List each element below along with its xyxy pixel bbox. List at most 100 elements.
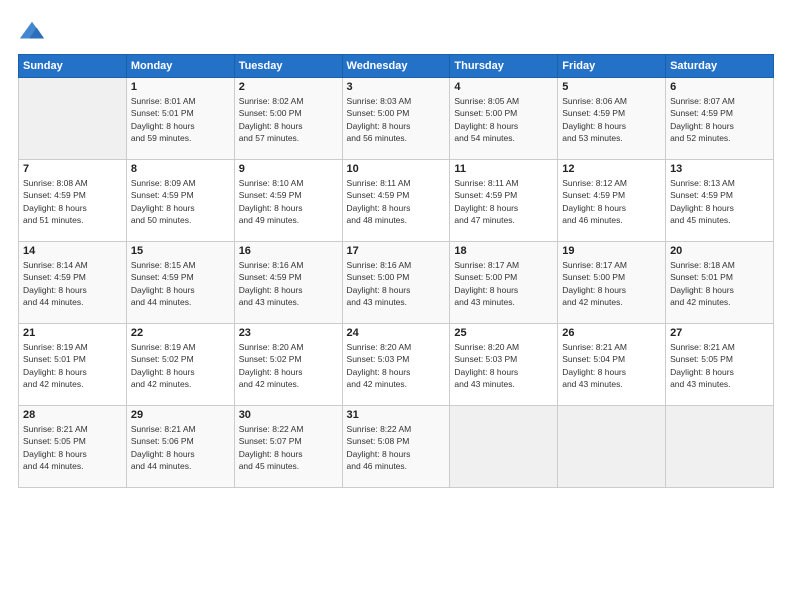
day-number: 7 (23, 163, 122, 175)
calendar-cell: 15 Sunrise: 8:15 AMSunset: 4:59 PMDaylig… (126, 242, 234, 324)
calendar-cell: 14 Sunrise: 8:14 AMSunset: 4:59 PMDaylig… (19, 242, 127, 324)
day-info: Sunrise: 8:19 AMSunset: 5:01 PMDaylight:… (23, 341, 122, 390)
calendar-cell: 1 Sunrise: 8:01 AMSunset: 5:01 PMDayligh… (126, 78, 234, 160)
calendar-cell: 5 Sunrise: 8:06 AMSunset: 4:59 PMDayligh… (558, 78, 666, 160)
calendar-cell: 30 Sunrise: 8:22 AMSunset: 5:07 PMDaylig… (234, 406, 342, 488)
day-number: 2 (239, 81, 338, 93)
day-info: Sunrise: 8:11 AMSunset: 4:59 PMDaylight:… (347, 177, 446, 226)
page: SundayMondayTuesdayWednesdayThursdayFrid… (0, 0, 792, 612)
day-number: 8 (131, 163, 230, 175)
calendar-cell: 27 Sunrise: 8:21 AMSunset: 5:05 PMDaylig… (666, 324, 774, 406)
weekday-header-sunday: Sunday (19, 55, 127, 78)
day-info: Sunrise: 8:20 AMSunset: 5:03 PMDaylight:… (347, 341, 446, 390)
day-info: Sunrise: 8:01 AMSunset: 5:01 PMDaylight:… (131, 95, 230, 144)
calendar-cell: 9 Sunrise: 8:10 AMSunset: 4:59 PMDayligh… (234, 160, 342, 242)
day-info: Sunrise: 8:22 AMSunset: 5:07 PMDaylight:… (239, 423, 338, 472)
day-info: Sunrise: 8:18 AMSunset: 5:01 PMDaylight:… (670, 259, 769, 308)
day-info: Sunrise: 8:21 AMSunset: 5:06 PMDaylight:… (131, 423, 230, 472)
weekday-header-wednesday: Wednesday (342, 55, 450, 78)
day-info: Sunrise: 8:17 AMSunset: 5:00 PMDaylight:… (562, 259, 661, 308)
day-info: Sunrise: 8:11 AMSunset: 4:59 PMDaylight:… (454, 177, 553, 226)
day-number: 30 (239, 409, 338, 421)
day-number: 1 (131, 81, 230, 93)
week-row-4: 21 Sunrise: 8:19 AMSunset: 5:01 PMDaylig… (19, 324, 774, 406)
calendar-cell (666, 406, 774, 488)
calendar-cell: 7 Sunrise: 8:08 AMSunset: 4:59 PMDayligh… (19, 160, 127, 242)
day-number: 17 (347, 245, 446, 257)
week-row-5: 28 Sunrise: 8:21 AMSunset: 5:05 PMDaylig… (19, 406, 774, 488)
day-number: 21 (23, 327, 122, 339)
calendar-cell: 29 Sunrise: 8:21 AMSunset: 5:06 PMDaylig… (126, 406, 234, 488)
day-number: 26 (562, 327, 661, 339)
day-info: Sunrise: 8:16 AMSunset: 5:00 PMDaylight:… (347, 259, 446, 308)
day-info: Sunrise: 8:22 AMSunset: 5:08 PMDaylight:… (347, 423, 446, 472)
day-info: Sunrise: 8:20 AMSunset: 5:02 PMDaylight:… (239, 341, 338, 390)
week-row-1: 1 Sunrise: 8:01 AMSunset: 5:01 PMDayligh… (19, 78, 774, 160)
day-info: Sunrise: 8:20 AMSunset: 5:03 PMDaylight:… (454, 341, 553, 390)
day-info: Sunrise: 8:15 AMSunset: 4:59 PMDaylight:… (131, 259, 230, 308)
day-info: Sunrise: 8:02 AMSunset: 5:00 PMDaylight:… (239, 95, 338, 144)
day-info: Sunrise: 8:07 AMSunset: 4:59 PMDaylight:… (670, 95, 769, 144)
day-number: 14 (23, 245, 122, 257)
weekday-header-thursday: Thursday (450, 55, 558, 78)
day-info: Sunrise: 8:09 AMSunset: 4:59 PMDaylight:… (131, 177, 230, 226)
calendar-cell: 25 Sunrise: 8:20 AMSunset: 5:03 PMDaylig… (450, 324, 558, 406)
day-number: 6 (670, 81, 769, 93)
day-info: Sunrise: 8:19 AMSunset: 5:02 PMDaylight:… (131, 341, 230, 390)
day-info: Sunrise: 8:16 AMSunset: 4:59 PMDaylight:… (239, 259, 338, 308)
day-number: 20 (670, 245, 769, 257)
weekday-header-friday: Friday (558, 55, 666, 78)
calendar-cell: 3 Sunrise: 8:03 AMSunset: 5:00 PMDayligh… (342, 78, 450, 160)
day-number: 12 (562, 163, 661, 175)
day-info: Sunrise: 8:08 AMSunset: 4:59 PMDaylight:… (23, 177, 122, 226)
calendar-cell: 10 Sunrise: 8:11 AMSunset: 4:59 PMDaylig… (342, 160, 450, 242)
day-info: Sunrise: 8:10 AMSunset: 4:59 PMDaylight:… (239, 177, 338, 226)
logo (18, 18, 50, 46)
day-number: 27 (670, 327, 769, 339)
calendar-cell: 8 Sunrise: 8:09 AMSunset: 4:59 PMDayligh… (126, 160, 234, 242)
day-number: 24 (347, 327, 446, 339)
day-number: 19 (562, 245, 661, 257)
day-info: Sunrise: 8:21 AMSunset: 5:05 PMDaylight:… (670, 341, 769, 390)
calendar-table: SundayMondayTuesdayWednesdayThursdayFrid… (18, 54, 774, 488)
calendar-cell (19, 78, 127, 160)
day-info: Sunrise: 8:06 AMSunset: 4:59 PMDaylight:… (562, 95, 661, 144)
calendar-cell: 23 Sunrise: 8:20 AMSunset: 5:02 PMDaylig… (234, 324, 342, 406)
calendar-cell: 21 Sunrise: 8:19 AMSunset: 5:01 PMDaylig… (19, 324, 127, 406)
calendar-cell: 13 Sunrise: 8:13 AMSunset: 4:59 PMDaylig… (666, 160, 774, 242)
calendar-cell: 4 Sunrise: 8:05 AMSunset: 5:00 PMDayligh… (450, 78, 558, 160)
calendar-cell: 28 Sunrise: 8:21 AMSunset: 5:05 PMDaylig… (19, 406, 127, 488)
calendar-cell: 31 Sunrise: 8:22 AMSunset: 5:08 PMDaylig… (342, 406, 450, 488)
day-number: 9 (239, 163, 338, 175)
calendar-cell (558, 406, 666, 488)
week-row-2: 7 Sunrise: 8:08 AMSunset: 4:59 PMDayligh… (19, 160, 774, 242)
day-info: Sunrise: 8:13 AMSunset: 4:59 PMDaylight:… (670, 177, 769, 226)
calendar-cell: 22 Sunrise: 8:19 AMSunset: 5:02 PMDaylig… (126, 324, 234, 406)
day-info: Sunrise: 8:12 AMSunset: 4:59 PMDaylight:… (562, 177, 661, 226)
calendar-cell: 20 Sunrise: 8:18 AMSunset: 5:01 PMDaylig… (666, 242, 774, 324)
weekday-header-tuesday: Tuesday (234, 55, 342, 78)
day-number: 10 (347, 163, 446, 175)
day-info: Sunrise: 8:05 AMSunset: 5:00 PMDaylight:… (454, 95, 553, 144)
calendar-cell: 24 Sunrise: 8:20 AMSunset: 5:03 PMDaylig… (342, 324, 450, 406)
day-info: Sunrise: 8:21 AMSunset: 5:04 PMDaylight:… (562, 341, 661, 390)
weekday-header-row: SundayMondayTuesdayWednesdayThursdayFrid… (19, 55, 774, 78)
weekday-header-monday: Monday (126, 55, 234, 78)
calendar-cell: 12 Sunrise: 8:12 AMSunset: 4:59 PMDaylig… (558, 160, 666, 242)
day-number: 16 (239, 245, 338, 257)
day-info: Sunrise: 8:14 AMSunset: 4:59 PMDaylight:… (23, 259, 122, 308)
calendar-cell: 2 Sunrise: 8:02 AMSunset: 5:00 PMDayligh… (234, 78, 342, 160)
calendar-cell: 11 Sunrise: 8:11 AMSunset: 4:59 PMDaylig… (450, 160, 558, 242)
day-number: 18 (454, 245, 553, 257)
day-number: 25 (454, 327, 553, 339)
day-number: 4 (454, 81, 553, 93)
day-number: 29 (131, 409, 230, 421)
day-info: Sunrise: 8:21 AMSunset: 5:05 PMDaylight:… (23, 423, 122, 472)
calendar-cell: 6 Sunrise: 8:07 AMSunset: 4:59 PMDayligh… (666, 78, 774, 160)
calendar-cell: 16 Sunrise: 8:16 AMSunset: 4:59 PMDaylig… (234, 242, 342, 324)
day-number: 28 (23, 409, 122, 421)
day-info: Sunrise: 8:03 AMSunset: 5:00 PMDaylight:… (347, 95, 446, 144)
day-number: 23 (239, 327, 338, 339)
day-number: 3 (347, 81, 446, 93)
day-number: 13 (670, 163, 769, 175)
